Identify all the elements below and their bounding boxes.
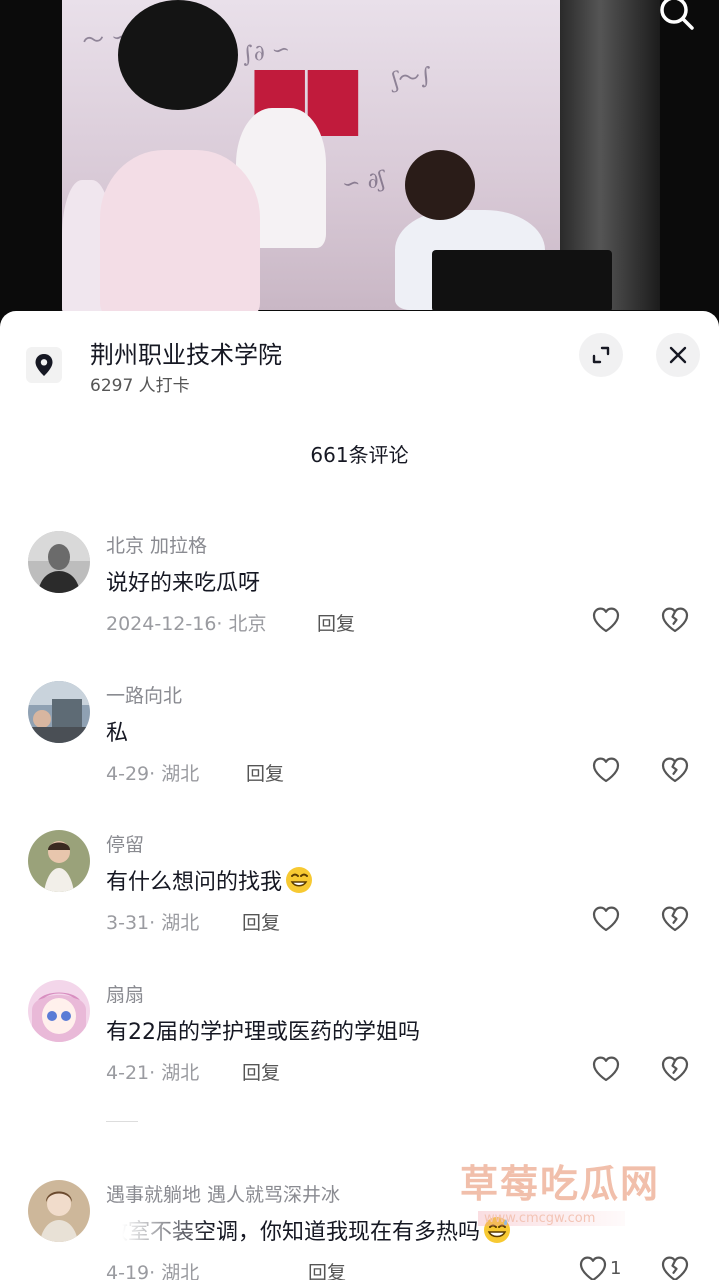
- heart-icon[interactable]: [591, 755, 621, 785]
- comment-username[interactable]: 停留: [106, 830, 144, 857]
- signature-scribble: ʃ～∫: [390, 63, 434, 94]
- broken-heart-icon[interactable]: [660, 1054, 690, 1084]
- reply-button[interactable]: 回复: [246, 759, 284, 786]
- location-pin-icon: [26, 347, 62, 383]
- reply-button[interactable]: 回复: [317, 609, 355, 636]
- comment-count: 661条评论: [310, 443, 409, 467]
- broken-heart-icon[interactable]: [660, 755, 690, 785]
- comment-text-content: 有什么想问的找我: [106, 870, 283, 895]
- comment-text: 有22届的学护理或医药的学姐吗: [106, 1020, 420, 1045]
- heart-icon[interactable]: [591, 904, 621, 934]
- expand-icon: [592, 346, 610, 364]
- watermark-title: 草莓吃瓜网: [460, 1162, 661, 1206]
- comment-username[interactable]: 一路向北: [106, 681, 182, 708]
- heart-icon[interactable]: [591, 605, 621, 635]
- comment-date-location: 4-19· 湖北: [106, 1262, 200, 1280]
- person-head: [118, 0, 238, 110]
- comment-text: 私: [106, 721, 129, 746]
- comment-text: 有什么想问的找我: [106, 864, 314, 896]
- comment-date-location: 4-29· 湖北: [106, 763, 200, 785]
- comment-text: 说好的来吃瓜呀: [106, 571, 261, 596]
- comment-panel: 荆州职业技术学院 6297 人打卡 661条评论 北京 加拉格 说好的来吃瓜呀 …: [0, 311, 719, 1280]
- reply-button[interactable]: 回复: [308, 1258, 346, 1280]
- broken-heart-icon[interactable]: [660, 904, 690, 934]
- location-name[interactable]: 荆州职业技术学院: [90, 335, 282, 370]
- avatar[interactable]: [28, 980, 90, 1042]
- reply-divider: [106, 1121, 138, 1122]
- expand-button[interactable]: [579, 333, 623, 377]
- signature-scribble: ∽ ∂ʃ: [340, 167, 387, 198]
- broken-heart-icon[interactable]: [660, 1254, 690, 1280]
- video-player[interactable]: ～ ∽ ʃ ∫∂ ∽ ʃ～∫ ∽ ∂ʃ ▇▇: [0, 0, 719, 330]
- comment-username[interactable]: 北京 加拉格: [106, 531, 207, 558]
- reply-button[interactable]: 回复: [242, 908, 280, 935]
- close-icon: [669, 346, 687, 364]
- avatar[interactable]: [28, 1180, 90, 1242]
- reply-button[interactable]: 回复: [242, 1058, 280, 1085]
- person-head: [405, 150, 475, 220]
- heart-icon[interactable]: [578, 1254, 608, 1280]
- grinning-face-emoji: [286, 867, 313, 893]
- checkin-count: 6297 人打卡: [90, 376, 190, 396]
- close-button[interactable]: [656, 333, 700, 377]
- text-fade-overlay: [100, 1216, 210, 1256]
- location-header[interactable]: 荆州职业技术学院 6297 人打卡: [26, 333, 700, 397]
- comment-date-location: 2024-12-16· 北京: [106, 613, 267, 635]
- comment-item[interactable]: 扇扇 有22届的学护理或医药的学姐吗 4-21· 湖北 回复: [0, 980, 719, 1110]
- comment-item[interactable]: 北京 加拉格 说好的来吃瓜呀 2024-12-16· 北京 回复: [0, 531, 719, 661]
- person-figure: [100, 150, 260, 320]
- comment-date-location: 3-31· 湖北: [106, 912, 200, 934]
- search-icon[interactable]: [657, 0, 697, 34]
- avatar[interactable]: [28, 681, 90, 743]
- broken-heart-icon[interactable]: [660, 605, 690, 635]
- comment-username[interactable]: 扇扇: [106, 980, 144, 1007]
- like-count: 1: [610, 1258, 622, 1279]
- avatar[interactable]: [28, 531, 90, 593]
- watermark-url: www.cmcgw.com: [478, 1211, 626, 1226]
- stage-speaker: [432, 250, 612, 312]
- comment-date-location: 4-21· 湖北: [106, 1062, 200, 1084]
- heart-icon[interactable]: [591, 1054, 621, 1084]
- comment-item[interactable]: 停留 有什么想问的找我 3-31· 湖北 回复: [0, 830, 719, 960]
- avatar[interactable]: [28, 830, 90, 892]
- comment-username[interactable]: 遇事就躺地 遇人就骂深井冰: [106, 1180, 340, 1207]
- comment-item[interactable]: 一路向北 私 4-29· 湖北 回复: [0, 681, 719, 811]
